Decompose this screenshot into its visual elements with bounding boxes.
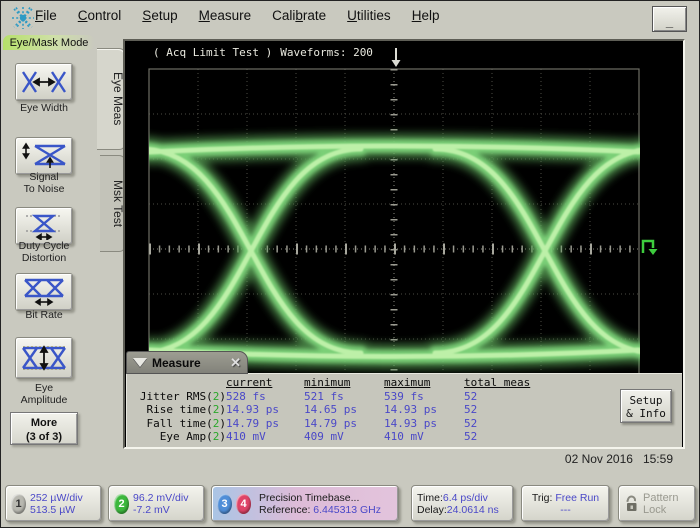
pattern-lock-button[interactable]: Pattern Lock	[618, 485, 696, 522]
timebase-title: Precision Timebase...	[259, 492, 381, 504]
status-bar: 1 252 µW/div 513.5 µW 2 96.2 mV/div -7.2…	[1, 482, 699, 527]
jitter-minimum: 521 fs	[304, 390, 384, 404]
eyeamp-current: 410 mV	[226, 430, 304, 444]
mode-label: Eye/Mask Mode	[3, 35, 95, 50]
menu-calibrate[interactable]: Calibrate	[272, 8, 326, 23]
trigger-button[interactable]: Trig: Free Run ---	[521, 485, 610, 522]
delay-value: 24.0614 ns	[447, 504, 499, 516]
trigger-marker-icon[interactable]	[392, 48, 401, 67]
eyeamp-minimum: 409 mV	[304, 430, 384, 444]
menu-file[interactable]: File	[35, 8, 57, 23]
ch1-offset: 513.5 µW	[30, 504, 83, 516]
ch1-scale: 252 µW/div	[30, 492, 83, 504]
agilent-logo-icon	[9, 5, 37, 31]
jitter-total: 52	[464, 390, 534, 404]
pattern-lock-label-1: Pattern	[643, 492, 678, 504]
level-marker-icon[interactable]	[643, 241, 658, 255]
trig-value: Free Run	[555, 492, 599, 504]
reference-value: 6.445313 GHz	[313, 504, 381, 516]
channel2-badge: 2	[114, 494, 129, 514]
eyeamp-total: 52	[464, 430, 534, 444]
menu-control[interactable]: Control	[78, 8, 122, 23]
ch2-scale: 96.2 mV/div	[133, 492, 188, 504]
more-button[interactable]: More (3 of 3)	[10, 412, 78, 445]
eye-width-icon	[21, 69, 67, 95]
signal-to-noise-icon	[21, 142, 67, 170]
col-header-current: current	[226, 376, 304, 390]
bit-rate-icon	[22, 278, 66, 306]
tab-eye-meas[interactable]: Eye Meas	[97, 48, 126, 150]
measure-panel-tab[interactable]: Measure ✕	[126, 351, 248, 374]
row-label-rise-time: Rise time(2)	[130, 403, 226, 417]
delay-label: Delay:	[417, 504, 447, 516]
col-header-minimum: minimum	[304, 376, 384, 390]
setup-info-button[interactable]: Setup & Info	[620, 389, 672, 423]
time-value: 6.4 ps/div	[443, 492, 488, 504]
more-sub-label: (3 of 3)	[11, 430, 77, 444]
row-label-jitter-rms: Jitter RMS(2)	[130, 390, 226, 404]
rise-maximum: 14.93 ps	[384, 403, 464, 417]
row-label-fall-time: Fall time(2)	[130, 417, 226, 431]
eye-width-label: Eye Width	[1, 102, 87, 114]
jitter-maximum: 539 fs	[384, 390, 464, 404]
eye-width-button[interactable]	[15, 63, 73, 101]
measure-table: current minimum maximum total meas Jitte…	[130, 376, 534, 444]
eyeamp-maximum: 410 mV	[384, 430, 464, 444]
precision-timebase-button[interactable]: 3 4 Precision Timebase... Reference: 6.4…	[211, 485, 399, 522]
col-header-maximum: maximum	[384, 376, 464, 390]
menu-measure[interactable]: Measure	[199, 8, 252, 23]
menu-setup[interactable]: Setup	[142, 8, 177, 23]
channel1-badge: 1	[11, 494, 26, 514]
bit-rate-label: Bit Rate	[1, 309, 87, 321]
scope-display: ( Acq Limit Test ) Waveforms: 200	[123, 39, 685, 449]
timebase-scale-button[interactable]: Time:6.4 ps/div Delay:24.0614 ns	[411, 485, 514, 522]
duty-cycle-distortion-icon	[22, 212, 66, 240]
signal-to-noise-label-2: To Noise	[1, 183, 87, 195]
row-label-eye-amp: Eye Amp(2)	[130, 430, 226, 444]
col-header-total-meas: total meas	[464, 376, 534, 390]
pattern-lock-label-2: Lock	[643, 504, 678, 516]
time-label: Time:	[417, 492, 443, 504]
eye-amplitude-icon	[21, 343, 67, 373]
datetime-label: 02 Nov 2016 15:59	[565, 452, 673, 466]
ch2-offset: -7.2 mV	[133, 504, 188, 516]
fall-minimum: 14.79 ps	[304, 417, 384, 431]
more-label: More	[11, 416, 77, 430]
fall-current: 14.79 ps	[226, 417, 304, 431]
measure-tab-label: Measure	[152, 356, 225, 370]
menu-help[interactable]: Help	[412, 8, 440, 23]
collapse-triangle-icon[interactable]	[133, 358, 147, 367]
eye-amplitude-label-2: Amplitude	[1, 394, 87, 406]
trig-line2: ---	[532, 504, 599, 516]
channel1-button[interactable]: 1 252 µW/div 513.5 µW	[5, 485, 102, 522]
duty-cycle-label-2: Distortion	[1, 252, 87, 264]
menu-bar: File Control Setup Measure Calibrate Uti…	[1, 1, 699, 35]
trig-label: Trig:	[532, 492, 553, 504]
signal-to-noise-button[interactable]	[15, 137, 73, 175]
bit-rate-button[interactable]	[15, 273, 73, 311]
duty-cycle-label-1: Duty Cycle	[1, 240, 87, 252]
reference-label: Reference:	[259, 504, 310, 516]
rise-current: 14.93 ps	[226, 403, 304, 417]
menu-utilities[interactable]: Utilities	[347, 8, 391, 23]
minimize-button[interactable]: _	[652, 6, 687, 32]
eye-amplitude-label-1: Eye	[1, 382, 87, 394]
fall-total: 52	[464, 417, 534, 431]
close-icon[interactable]: ✕	[230, 355, 241, 371]
eye-amplitude-button[interactable]	[15, 337, 73, 379]
signal-to-noise-label-1: Signal	[1, 171, 87, 183]
lock-icon	[624, 495, 639, 513]
rise-minimum: 14.65 ps	[304, 403, 384, 417]
fall-maximum: 14.93 ps	[384, 417, 464, 431]
channel2-button[interactable]: 2 96.2 mV/div -7.2 mV	[108, 485, 205, 522]
channel3-badge: 3	[217, 494, 232, 514]
jitter-current: 528 fs	[226, 390, 304, 404]
channel4-badge: 4	[236, 494, 251, 514]
measure-panel: current minimum maximum total meas Jitte…	[126, 373, 682, 447]
rise-total: 52	[464, 403, 534, 417]
